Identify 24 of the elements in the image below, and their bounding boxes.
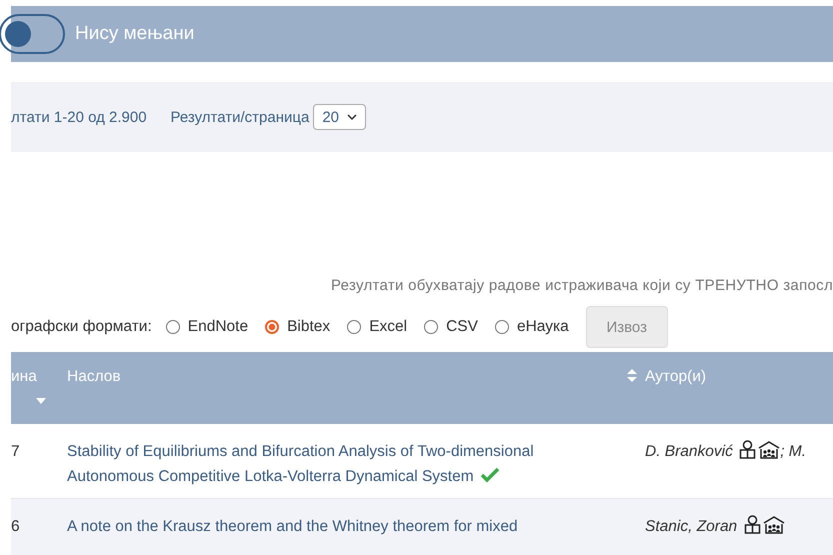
institution-icon[interactable] xyxy=(758,441,780,459)
format-radio[interactable]: еНаука xyxy=(494,318,569,336)
per-page-label: Резултати/страница xyxy=(170,108,310,126)
format-radio[interactable]: CSV xyxy=(424,318,478,336)
title-link[interactable]: Stability of Equilibriums and Bifurcation Analysis of Two-dimensional Autonomous Competitive Lotka-Volterra Dynamical System xyxy=(67,439,595,489)
institution-icon[interactable] xyxy=(762,516,784,534)
export-label: ографски формати: xyxy=(11,318,152,336)
person-icon[interactable] xyxy=(744,515,760,534)
results-count: лтати 1-20 од 2.900 xyxy=(11,108,147,126)
table-cell: 7 xyxy=(11,443,20,460)
note-text: Резултати обухватају радове истраживача који су ТРЕНУТНО запосл xyxy=(331,276,833,294)
author-name[interactable]: Stanic, Zoran xyxy=(645,518,738,535)
author-name[interactable]: ; M. xyxy=(780,443,806,460)
chevron-icon xyxy=(347,114,358,120)
person-icon[interactable] xyxy=(739,440,756,459)
format-radio[interactable]: EndNote xyxy=(166,318,248,336)
format-radio[interactable]: Excel xyxy=(347,318,408,336)
table-cell: 6 xyxy=(11,518,20,535)
per-page-select[interactable]: 20 xyxy=(313,104,366,130)
toggle-label: Нису мењани xyxy=(75,23,194,45)
toggle-switch[interactable] xyxy=(0,14,65,54)
title-link[interactable]: A note on the Krausz theorem and the Whitney theorem for mixed xyxy=(67,514,595,539)
author-name[interactable]: D. Branković xyxy=(645,443,733,460)
format-radio[interactable]: Bibtex xyxy=(265,318,330,336)
